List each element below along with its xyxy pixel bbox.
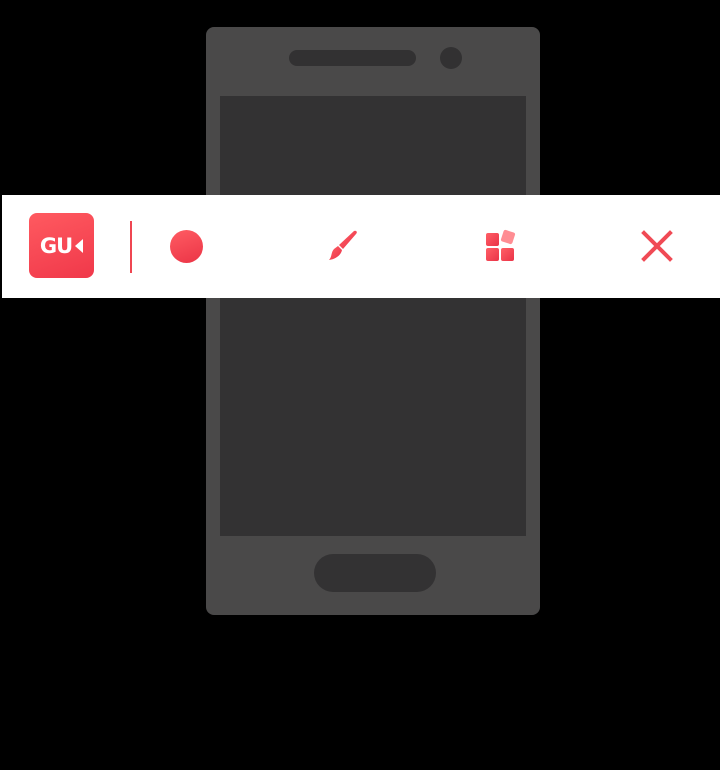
video-camera-icon <box>75 238 84 253</box>
record-dot-icon <box>169 229 203 263</box>
close-button[interactable] <box>632 221 682 271</box>
phone-screen <box>220 96 526 536</box>
phone-speaker <box>289 50 416 66</box>
tools-button[interactable] <box>476 221 526 271</box>
screen-stage: GU <box>0 0 720 770</box>
toolbar-divider <box>130 221 132 273</box>
phone-home-button <box>314 554 436 592</box>
close-icon <box>641 230 673 262</box>
grid-tools-icon <box>486 229 516 261</box>
record-button[interactable] <box>161 221 211 271</box>
app-logo-text: GU <box>39 233 73 258</box>
brush-button[interactable] <box>316 221 366 271</box>
phone-camera-icon <box>440 47 462 69</box>
floating-toolbar: GU <box>2 195 720 298</box>
app-logo[interactable]: GU <box>29 213 94 278</box>
phone-illustration <box>206 27 540 615</box>
paintbrush-icon <box>329 230 357 260</box>
